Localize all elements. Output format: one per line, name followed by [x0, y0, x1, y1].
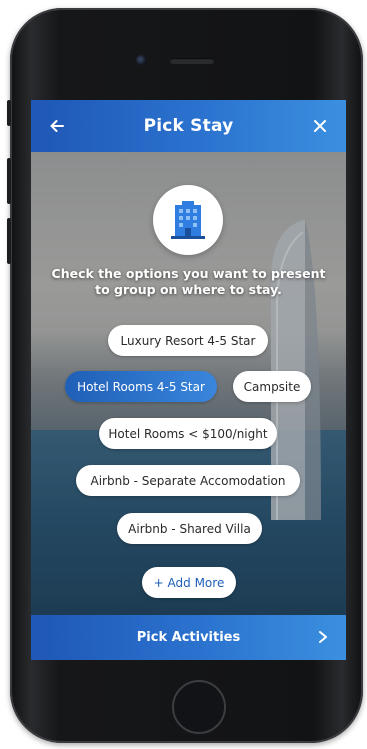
device-mockup: Pick Stay Check the options you want to …: [0, 0, 367, 749]
option-hotel-rooms-4-5-star[interactable]: Hotel Rooms 4-5 Star: [65, 371, 217, 402]
app-screen: Pick Stay Check the options you want to …: [31, 100, 346, 660]
option-luxury-resort[interactable]: Luxury Resort 4-5 Star: [108, 325, 268, 356]
option-campsite[interactable]: Campsite: [233, 371, 311, 402]
option-airbnb-shared-villa[interactable]: Airbnb - Shared Villa: [117, 513, 262, 544]
option-hotel-rooms-under-100[interactable]: Hotel Rooms < $100/night: [99, 418, 277, 449]
instruction-line-2: to group on where to stay.: [95, 282, 282, 297]
volume-up-button: [7, 158, 11, 204]
home-button: [172, 680, 226, 734]
instruction-line-1: Check the options you want to present: [51, 266, 326, 281]
page-title: Pick Stay: [143, 116, 234, 136]
add-more-button[interactable]: + Add More: [142, 567, 236, 598]
close-button[interactable]: [306, 112, 334, 140]
earpiece-speaker: [170, 58, 214, 64]
instruction-text: Check the options you want to present to…: [41, 266, 336, 298]
close-icon: [314, 120, 326, 132]
chevron-right-icon: [314, 628, 332, 646]
arrow-left-icon: [50, 120, 64, 132]
front-camera: [136, 55, 147, 66]
footer-label: Pick Activities: [136, 630, 241, 645]
option-airbnb-separate[interactable]: Airbnb - Separate Accomodation: [76, 465, 300, 496]
hotel-building-icon: [171, 201, 205, 239]
pick-activities-button[interactable]: Pick Activities: [31, 615, 346, 660]
back-button[interactable]: [43, 112, 71, 140]
mute-switch: [7, 100, 11, 126]
top-bar: Pick Stay: [31, 100, 346, 152]
stay-category-badge: [153, 185, 223, 255]
volume-down-button: [7, 218, 11, 264]
